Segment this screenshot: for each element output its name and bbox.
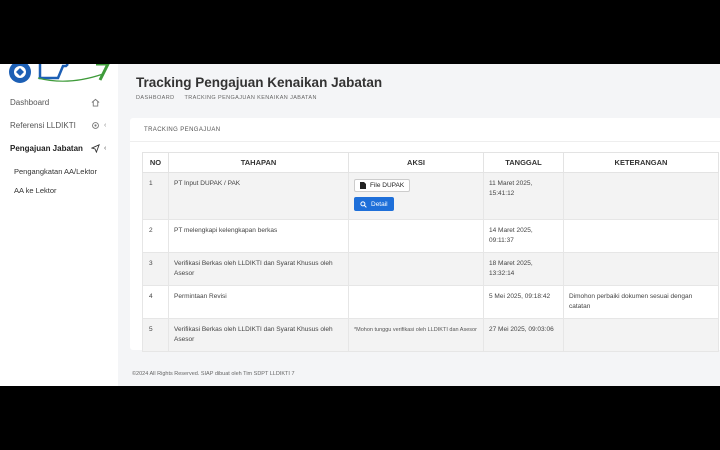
sidebar-item-dashboard[interactable]: Dashboard — [0, 92, 118, 112]
cell-tanggal: 5 Mei 2025, 09:18:42 — [483, 285, 564, 319]
cell-tanggal: 14 Maret 2025, 09:11:37 — [483, 219, 564, 253]
cell-no: 4 — [142, 285, 169, 319]
file-dupak-label: File DUPAK — [370, 182, 405, 189]
cell-tanggal: 18 Maret 2025, 13:32:14 — [483, 252, 564, 286]
chevron-left-icon: ‹ — [104, 121, 107, 129]
table-row: 4 Permintaan Revisi 5 Mei 2025, 09:18:42… — [142, 285, 719, 319]
gear-icon — [90, 120, 100, 130]
cell-aksi: *Mohon tunggu verifikasi oleh LLDIKTI da… — [348, 318, 484, 352]
chevron-left-icon: ‹ — [104, 144, 107, 152]
cell-tanggal: 27 Mei 2025, 09:03:06 — [483, 318, 564, 352]
cell-aksi — [348, 219, 484, 253]
sidebar-item-label: Referensi LLDIKTI — [10, 120, 76, 130]
brand-logo[interactable] — [8, 64, 112, 86]
cell-no: 2 — [142, 219, 169, 253]
home-icon — [90, 97, 100, 107]
cell-aksi — [348, 285, 484, 319]
cell-tahapan: Verifikasi Berkas oleh LLDIKTI dan Syara… — [168, 252, 349, 286]
sidebar: Dashboard Referensi LLDIKTI ‹ Pengajuan … — [0, 64, 118, 386]
sidebar-subitem-pengangkatan[interactable]: Pengangkatan AA/Lektor — [0, 162, 118, 180]
main-content: Tracking Pengajuan Kenaikan Jabatan DASH… — [118, 64, 720, 386]
cell-aksi: File DUPAK Detail — [348, 172, 484, 220]
cell-tahapan: PT Input DUPAK / PAK — [168, 172, 349, 220]
table-row: 1 PT Input DUPAK / PAK File DUPAK Detail — [142, 172, 719, 220]
breadcrumb: DASHBOARD TRACKING PENGAJUAN KENAIKAN JA… — [136, 95, 317, 101]
cell-tahapan: Permintaan Revisi — [168, 285, 349, 319]
tracking-table: NO TAHAPAN AKSI TANGGAL KETERANGAN 1 PT … — [142, 152, 719, 352]
sidebar-item-label: Pengajuan Jabatan — [10, 143, 83, 153]
cell-keterangan — [563, 219, 719, 253]
app-window: Dashboard Referensi LLDIKTI ‹ Pengajuan … — [0, 64, 720, 386]
cell-no: 5 — [142, 318, 169, 352]
table-row: 5 Verifikasi Berkas oleh LLDIKTI dan Sya… — [142, 318, 719, 352]
cell-keterangan — [563, 252, 719, 286]
column-header-tahapan: TAHAPAN — [168, 152, 349, 173]
lldikti-logo-icon — [9, 64, 110, 83]
search-icon — [360, 200, 367, 208]
page-title: Tracking Pengajuan Kenaikan Jabatan — [136, 75, 383, 90]
cell-no: 1 — [142, 172, 169, 220]
detail-label: Detail — [371, 200, 388, 208]
send-icon — [90, 143, 100, 153]
breadcrumb-current: TRACKING PENGAJUAN KENAIKAN JABATAN — [184, 95, 317, 101]
footer: ©2024 All Rights Reserved. SIAP dibuat o… — [132, 371, 295, 377]
sidebar-item-pengajuan-jabatan[interactable]: Pengajuan Jabatan ‹ — [0, 138, 118, 158]
cell-tahapan: Verifikasi Berkas oleh LLDIKTI dan Syara… — [168, 318, 349, 352]
cell-aksi — [348, 252, 484, 286]
column-header-aksi: AKSI — [348, 152, 484, 173]
cell-keterangan: Dimohon perbaiki dokumen sesuai dengan c… — [563, 285, 719, 319]
cell-keterangan — [563, 172, 719, 220]
file-icon — [360, 182, 366, 189]
breadcrumb-dashboard[interactable]: DASHBOARD — [136, 95, 174, 101]
table-row: 2 PT melengkapi kelengkapan berkas 14 Ma… — [142, 219, 719, 253]
column-header-keterangan: KETERANGAN — [563, 152, 719, 173]
column-header-no: NO — [142, 152, 169, 173]
detail-button[interactable]: Detail — [354, 197, 394, 211]
cell-keterangan — [563, 318, 719, 352]
file-dupak-button[interactable]: File DUPAK — [354, 179, 411, 192]
card-header: TRACKING PENGAJUAN — [130, 118, 720, 142]
column-header-tanggal: TANGGAL — [483, 152, 564, 173]
cell-no: 3 — [142, 252, 169, 286]
verification-note: *Mohon tunggu verifikasi oleh LLDIKTI da… — [354, 327, 477, 333]
table-row: 3 Verifikasi Berkas oleh LLDIKTI dan Sya… — [142, 252, 719, 286]
sidebar-item-referensi[interactable]: Referensi LLDIKTI ‹ — [0, 115, 118, 135]
sidebar-item-label: Dashboard — [10, 97, 50, 107]
cell-tanggal: 11 Maret 2025, 15:41:12 — [483, 172, 564, 220]
sidebar-subitem-aa-ke-lektor[interactable]: AA ke Lektor — [0, 181, 118, 199]
table-header-row: NO TAHAPAN AKSI TANGGAL KETERANGAN — [142, 152, 719, 173]
tracking-card: TRACKING PENGAJUAN NO TAHAPAN AKSI TANGG… — [130, 118, 720, 352]
cell-tahapan: PT melengkapi kelengkapan berkas — [168, 219, 349, 253]
